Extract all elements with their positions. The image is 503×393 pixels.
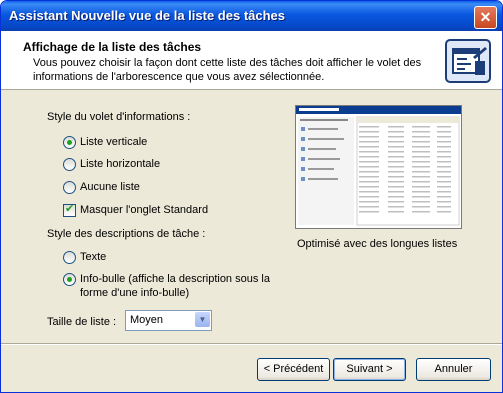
list-size-label: Taille de liste : [47,316,117,328]
footer-divider [1,343,502,345]
taskpad-icon [445,39,491,83]
radio-button-selected[interactable] [63,136,76,149]
radio-button[interactable] [63,158,76,171]
text-option-label: Texte [80,251,107,263]
cancel-button[interactable]: Annuler [416,358,491,381]
radio-no-list[interactable]: Aucune liste [63,180,140,194]
radio-button[interactable] [63,181,76,194]
horizontal-list-label: Liste horizontale [80,158,161,170]
wizard-header: Affichage de la liste des tâches Vous po… [1,31,502,90]
radio-button-selected[interactable] [63,273,76,286]
checkbox-hide-standard-tab[interactable]: Masquer l'onglet Standard [63,202,209,217]
radio-button[interactable] [63,251,76,264]
radio-text[interactable]: Texte [63,250,106,264]
preview-caption: Optimisé avec des longues listes [297,238,458,250]
back-button[interactable]: < Précédent [257,358,330,381]
title-bar[interactable]: Assistant Nouvelle vue de la liste des t… [1,1,502,31]
window-title: Assistant Nouvelle vue de la liste des t… [9,8,286,23]
tooltip-option-label: Info-bulle (affiche la description sous … [80,273,270,299]
close-icon: ✕ [479,9,492,25]
list-size-value: Moyen [130,314,164,326]
layout-preview-image [295,105,462,229]
task-description-style-label: Style des descriptions de tâche : [47,228,206,240]
hide-standard-tab-label: Masquer l'onglet Standard [80,204,209,216]
next-button[interactable]: Suivant > [333,358,406,381]
page-description: Vous pouvez choisir la façon dont cette … [33,57,422,83]
taskpad-preview-thumbnail [296,106,461,226]
radio-vertical-list[interactable]: Liste verticale [63,135,147,149]
close-button[interactable]: ✕ [474,6,497,29]
list-size-select[interactable]: Moyen ▼ [125,310,212,331]
radio-horizontal-list[interactable]: Liste horizontale [63,157,160,171]
no-list-label: Aucune liste [80,181,140,193]
wizard-window: Assistant Nouvelle vue de la liste des t… [0,0,503,393]
info-pane-style-label: Style du volet d'informations : [47,111,191,123]
wizard-body: Style du volet d'informations : Liste ve… [1,90,502,343]
page-title: Affichage de la liste des tâches [23,40,202,54]
checkbox-checked[interactable] [63,202,76,217]
radio-tooltip[interactable]: Info-bulle (affiche la description sous … [63,272,280,300]
vertical-list-label: Liste verticale [80,136,148,148]
chevron-down-icon[interactable]: ▼ [195,312,210,327]
